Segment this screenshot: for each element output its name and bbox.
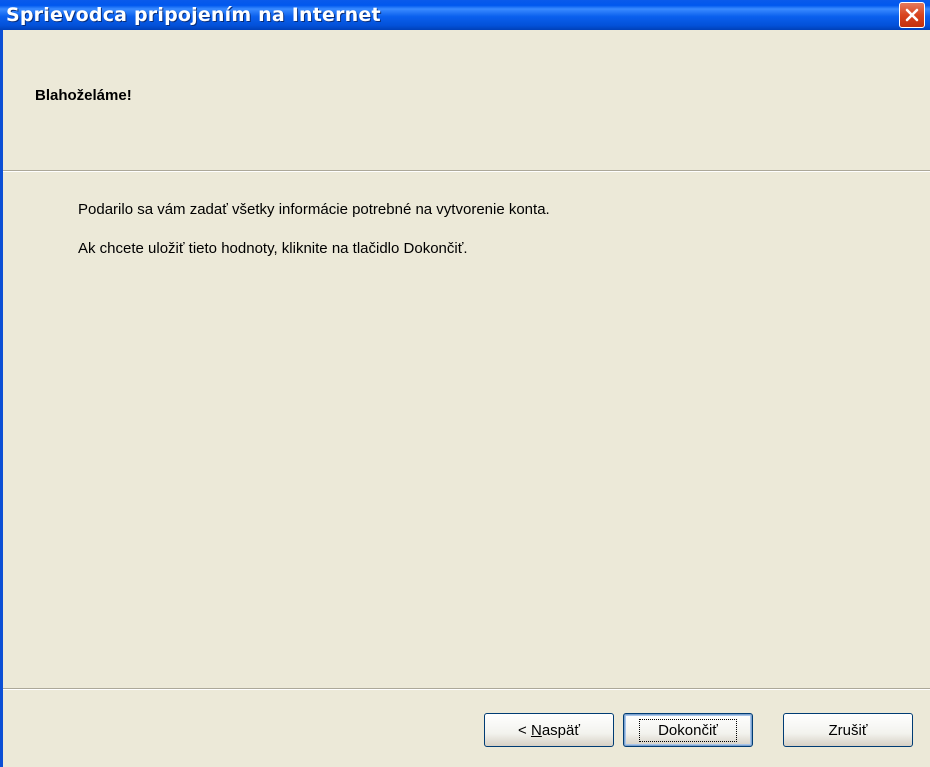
finish-button-label: Dokončiť [639,718,737,742]
title-bar[interactable]: Sprievodca pripojením na Internet [0,0,930,30]
back-button[interactable]: < Naspäť [484,713,614,747]
close-icon [905,8,919,22]
back-button-label: aspäť [541,721,580,739]
cancel-button[interactable]: Zrušiť [783,713,913,747]
page-title: Blahoželáme! [35,87,132,104]
footer-divider-highlight [3,689,930,690]
finish-button[interactable]: Dokončiť [623,713,753,747]
header-divider [3,171,930,172]
close-button[interactable] [899,2,925,28]
info-text-success: Podarilo sa vám zadať všetky informácie … [78,201,550,218]
back-button-accelerator: N [530,721,542,739]
window-title: Sprievodca pripojením na Internet [6,4,381,26]
wizard-window: Sprievodca pripojením na Internet Blahož… [0,0,930,767]
cancel-button-label: Zrušiť [828,721,868,739]
back-button-prefix: < [518,721,531,739]
info-text-instruction: Ak chcete uložiť tieto hodnoty, kliknite… [78,240,468,257]
wizard-header: Blahoželáme! [3,30,930,171]
